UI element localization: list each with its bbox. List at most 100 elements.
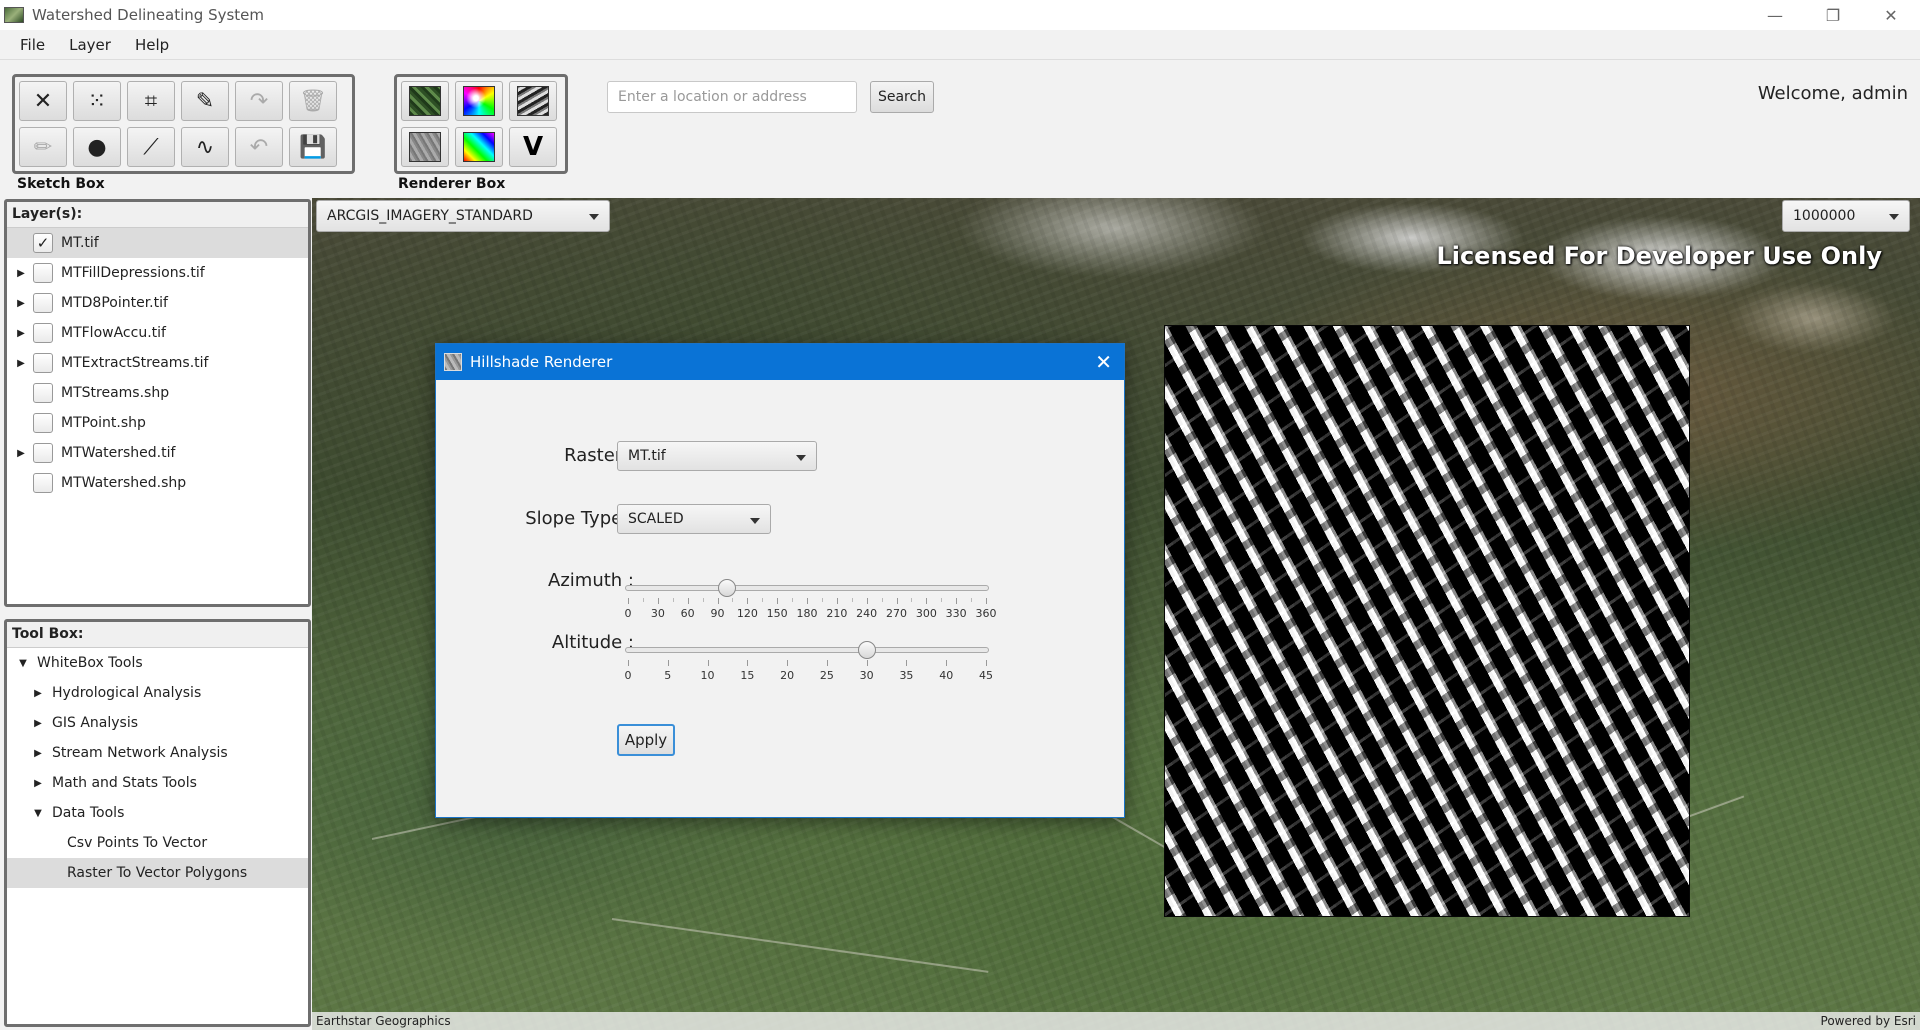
- expand-arrow-icon[interactable]: ▶: [15, 328, 27, 339]
- close-window-button[interactable]: ✕: [1862, 0, 1920, 30]
- delete-button[interactable]: 🗑: [289, 81, 337, 121]
- slider-track[interactable]: [625, 585, 989, 591]
- toolbox-item[interactable]: ▶ GIS Analysis: [7, 708, 308, 738]
- point-button[interactable]: ●: [73, 127, 121, 167]
- blend-renderer-button[interactable]: [455, 127, 503, 167]
- slider-tick-label: 270: [886, 607, 907, 620]
- slider-tick: [896, 598, 898, 604]
- layer-list: ✓ MT.tif ▶ MTFillDepressions.tif ▶ MTD8Pointe…: [7, 228, 308, 498]
- slider-tick: [628, 598, 629, 604]
- rgb-renderer-button[interactable]: [401, 81, 449, 121]
- scale-select-value: 1000000: [1793, 208, 1856, 224]
- slider-thumb[interactable]: [718, 579, 737, 597]
- altitude-slider[interactable]: 0 5 10 15 20 25 30 35 40 45: [625, 638, 993, 682]
- layer-item[interactable]: ▶ MTD8Pointer.tif: [7, 288, 308, 318]
- undo-button[interactable]: ↶: [235, 127, 283, 167]
- layer-visibility-checkbox[interactable]: [33, 263, 53, 283]
- slider-thumb[interactable]: [857, 641, 876, 659]
- slider-tick-label: 120: [736, 607, 758, 620]
- slope-type-select[interactable]: SCALED: [617, 504, 771, 534]
- layer-item[interactable]: MTWatershed.shp: [7, 468, 308, 498]
- toolbox-item[interactable]: ▶ Stream Network Analysis: [7, 738, 308, 768]
- dialog-title: Hillshade Renderer: [470, 353, 613, 371]
- attribution-left[interactable]: Earthstar Geographics: [316, 1014, 451, 1028]
- layer-item[interactable]: MTPoint.shp: [7, 408, 308, 438]
- layer-visibility-checkbox[interactable]: [33, 293, 53, 313]
- slider-tick: [826, 660, 828, 666]
- toolbox-item-label: WhiteBox Tools: [37, 655, 143, 671]
- layer-visibility-checkbox[interactable]: [33, 413, 53, 433]
- clear-button[interactable]: ✕: [19, 81, 67, 121]
- freehand-line-button[interactable]: ∿: [181, 127, 229, 167]
- layer-name: MTFillDepressions.tif: [61, 265, 205, 281]
- menu-layer[interactable]: Layer: [57, 36, 123, 54]
- toolbox-item[interactable]: Csv Points To Vector: [7, 828, 308, 858]
- polygon-button[interactable]: ⌗: [127, 81, 175, 121]
- expand-arrow-icon[interactable]: ▼: [17, 658, 29, 669]
- slider-track[interactable]: [625, 647, 989, 653]
- expand-arrow-icon[interactable]: ▶: [32, 748, 44, 759]
- layer-visibility-checkbox[interactable]: [33, 353, 53, 373]
- search-input[interactable]: [607, 81, 857, 113]
- polyline-button[interactable]: ⟋: [127, 127, 175, 167]
- stretch-renderer-button[interactable]: [509, 81, 557, 121]
- vector-renderer-button[interactable]: V: [509, 127, 557, 167]
- azimuth-slider[interactable]: 0 30 60 90 120 150 180 210 240 270 300 330 360: [625, 576, 997, 620]
- hillshade-renderer-button[interactable]: [401, 127, 449, 167]
- toolbox-item[interactable]: ▼ Data Tools: [7, 798, 308, 828]
- delete-icon: 🗑: [299, 88, 327, 114]
- multipoint-button[interactable]: ⁙: [73, 81, 121, 121]
- slider-tick-label: 30: [859, 669, 874, 682]
- layer-item[interactable]: ▶ MTFlowAccu.tif: [7, 318, 308, 348]
- layer-visibility-checkbox[interactable]: ✓: [33, 233, 53, 253]
- layer-item[interactable]: ▶ MTExtractStreams.tif: [7, 348, 308, 378]
- attribution-right[interactable]: Powered by Esri: [1821, 1014, 1916, 1028]
- expand-arrow-icon[interactable]: ▶: [15, 448, 27, 459]
- expand-arrow-icon[interactable]: ▶: [32, 778, 44, 789]
- search-button[interactable]: Search: [870, 81, 934, 113]
- restore-button[interactable]: ❐: [1804, 0, 1862, 30]
- layer-visibility-checkbox[interactable]: [33, 473, 53, 493]
- scale-select[interactable]: 1000000: [1782, 200, 1910, 232]
- slider-tick-label: 60: [680, 607, 695, 620]
- slider-tick-label: 20: [780, 669, 795, 682]
- slider-tick: [642, 598, 644, 602]
- layer-visibility-checkbox[interactable]: [33, 443, 53, 463]
- edit-button[interactable]: ✏: [19, 127, 67, 167]
- expand-arrow-icon[interactable]: ▼: [32, 808, 44, 819]
- freehand-button[interactable]: ✎: [181, 81, 229, 121]
- expand-arrow-icon[interactable]: ▶: [15, 298, 27, 309]
- expand-arrow-icon[interactable]: ▶: [15, 358, 27, 369]
- polyline-icon: ⟋: [143, 134, 159, 160]
- layer-visibility-checkbox[interactable]: [33, 383, 53, 403]
- colormap-renderer-button[interactable]: [455, 81, 503, 121]
- polygon-icon: ⌗: [144, 88, 158, 114]
- toolbox-item[interactable]: ▶ Hydrological Analysis: [7, 678, 308, 708]
- menu-help[interactable]: Help: [123, 36, 181, 54]
- layer-item[interactable]: ▶ MTFillDepressions.tif: [7, 258, 308, 288]
- raster-select[interactable]: MT.tif: [617, 441, 817, 471]
- layer-visibility-checkbox[interactable]: [33, 323, 53, 343]
- layer-item[interactable]: MTStreams.shp: [7, 378, 308, 408]
- apply-button[interactable]: Apply: [617, 724, 675, 756]
- slider-tick: [702, 598, 704, 602]
- redo-button[interactable]: ↷: [235, 81, 283, 121]
- toolbox-item[interactable]: ▼ WhiteBox Tools: [7, 648, 308, 678]
- close-icon[interactable]: ✕: [1095, 350, 1112, 374]
- expand-arrow-icon[interactable]: ▶: [15, 268, 27, 279]
- menu-file[interactable]: File: [8, 36, 57, 54]
- minimize-button[interactable]: —: [1746, 0, 1804, 30]
- layer-item[interactable]: ✓ MT.tif: [7, 228, 308, 258]
- expand-arrow-icon[interactable]: ▶: [32, 688, 44, 699]
- save-button[interactable]: 💾: [289, 127, 337, 167]
- dialog-title-bar[interactable]: Hillshade Renderer ✕: [436, 344, 1124, 380]
- toolbox-item-label: Csv Points To Vector: [67, 835, 208, 851]
- toolbox-item[interactable]: Raster To Vector Polygons: [7, 858, 308, 888]
- layer-item[interactable]: ▶ MTWatershed.tif: [7, 438, 308, 468]
- basemap-select[interactable]: ARCGIS_IMAGERY_STANDARD: [316, 200, 610, 232]
- toolbox-item[interactable]: ▶ Math and Stats Tools: [7, 768, 308, 798]
- slider-tick: [747, 598, 749, 604]
- window-controls: — ❐ ✕: [1746, 0, 1920, 30]
- slider-tick: [866, 598, 868, 604]
- expand-arrow-icon[interactable]: ▶: [32, 718, 44, 729]
